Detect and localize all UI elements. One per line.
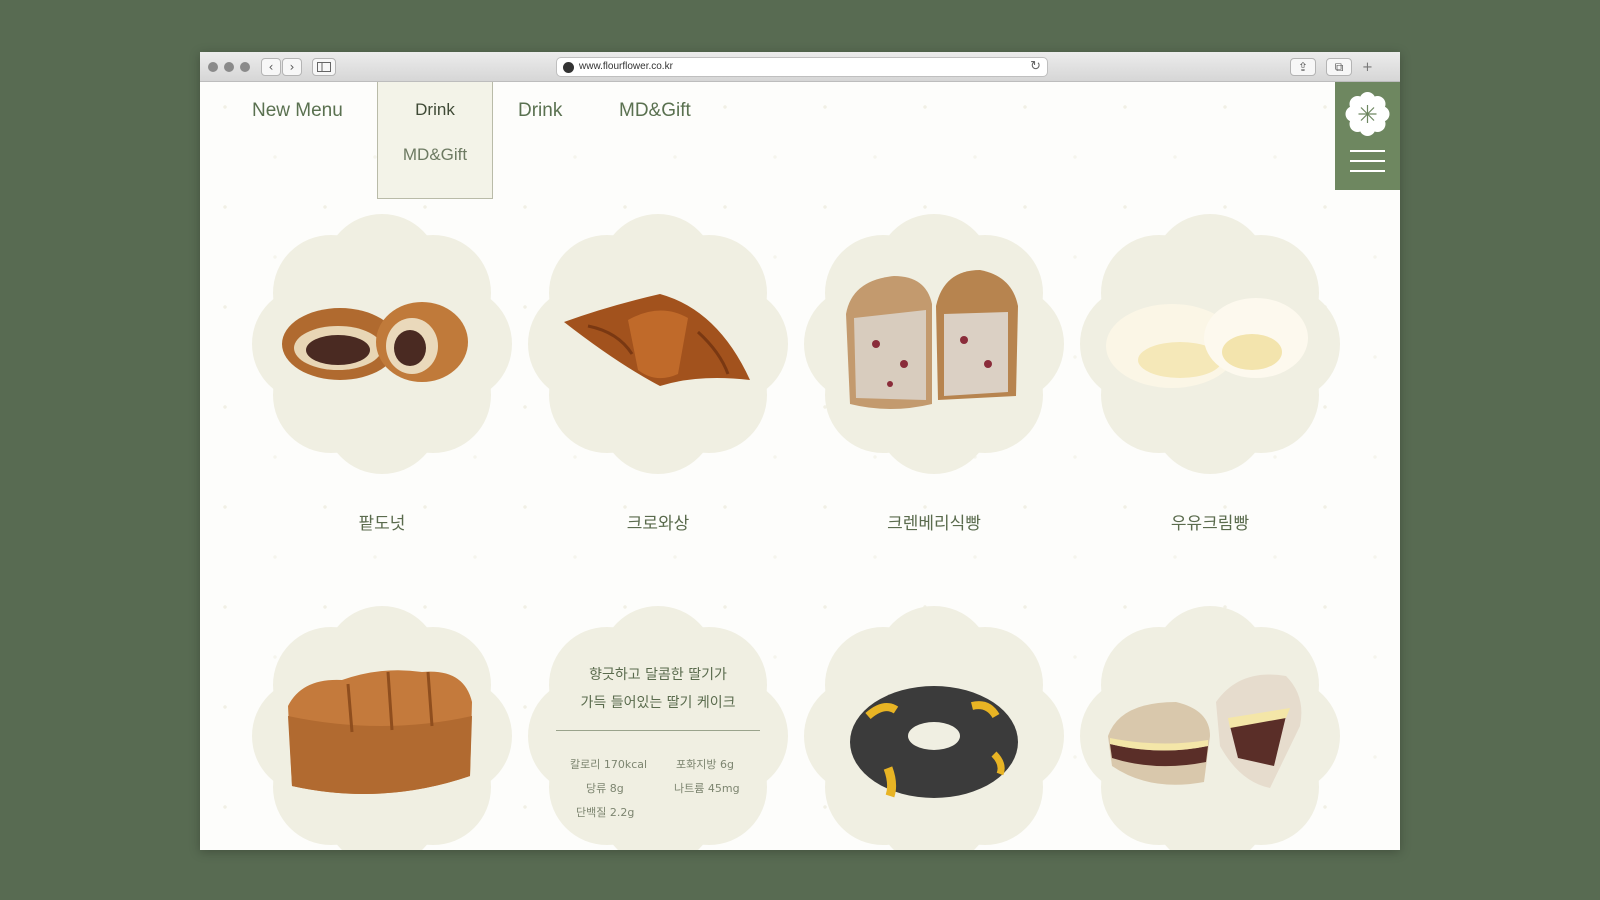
browser-toolbar: ‹ › www.flourflower.co.kr ↻ ⇪ ⧉ + (200, 52, 1400, 82)
logo-menu-panel (1335, 82, 1400, 190)
minimize-window-button[interactable] (224, 62, 234, 72)
cranberry-bread-image (846, 270, 1018, 409)
nutrition-sugar: 당류 8g (586, 782, 624, 795)
product-info-card[interactable]: 향긋하고 달콤한 딸기가 가득 들어있는 딸기 케이크 칼로리 170kcal … (528, 606, 788, 850)
black-bagel-image (850, 686, 1018, 798)
nutrition-protein: 단백질 2.2g (576, 806, 635, 819)
hamburger-menu-button[interactable] (1345, 142, 1390, 178)
flower-logo-icon[interactable] (1335, 82, 1400, 142)
nav-new-menu[interactable]: New Menu (252, 100, 343, 122)
site-favicon-icon (563, 62, 574, 73)
red-bean-donut-image (282, 302, 468, 382)
loaf-bread-image (288, 670, 472, 794)
dropdown-item-mdgift[interactable]: MD&Gift (378, 145, 492, 165)
dropdown-item-drink[interactable]: Drink (378, 100, 492, 120)
milk-cream-bun-image (1106, 298, 1308, 388)
address-bar[interactable]: www.flourflower.co.kr ↻ (556, 57, 1048, 77)
croissant-image (564, 294, 750, 386)
share-icon[interactable]: ⇪ (1290, 58, 1316, 76)
product-card-croissant[interactable]: 크로와상 (528, 214, 788, 534)
nutrition-saturated-fat: 포화지방 6g (676, 758, 734, 771)
page-content: New Menu Drink MD&Gift Drink MD&Gift 팥도넛… (200, 82, 1400, 850)
forward-icon[interactable]: › (282, 58, 302, 76)
tabs-overview-icon[interactable]: ⧉ (1326, 58, 1352, 76)
sandwich-image (1108, 674, 1302, 788)
product-card-black-bagel[interactable] (804, 606, 1064, 850)
product-card-loaf-bread[interactable] (252, 606, 512, 850)
new-tab-icon[interactable]: + (1362, 60, 1373, 75)
url-text: www.flourflower.co.kr (579, 61, 673, 72)
product-name: 우유크림빵 (1170, 514, 1250, 534)
product-card-sandwich[interactable] (1080, 606, 1340, 850)
product-card-cranberry-bread[interactable]: 크렌베리식빵 (804, 214, 1064, 534)
nav-dropdown: Drink MD&Gift (377, 82, 493, 199)
back-icon[interactable]: ‹ (261, 58, 281, 76)
product-card-milk-cream-bun[interactable]: 우유크림빵 (1080, 214, 1340, 534)
nav-mdgift[interactable]: MD&Gift (619, 100, 691, 122)
product-description-line2: 가득 들어있는 딸기 케이크 (580, 695, 736, 711)
product-card-red-bean-donut[interactable]: 팥도넛 (252, 214, 512, 534)
browser-window: ‹ › www.flourflower.co.kr ↻ ⇪ ⧉ + New Me… (200, 52, 1400, 850)
product-description-line1: 향긋하고 달콤한 딸기가 (589, 667, 727, 683)
info-divider (556, 730, 760, 731)
nav-drink[interactable]: Drink (518, 100, 562, 122)
flower-shape (528, 606, 788, 850)
product-name: 팥도넛 (358, 514, 406, 534)
reload-icon[interactable]: ↻ (1030, 59, 1041, 74)
nutrition-sodium: 나트륨 45mg (674, 782, 740, 795)
product-name: 크렌베리식빵 (887, 514, 981, 534)
close-window-button[interactable] (208, 62, 218, 72)
nutrition-calories: 칼로리 170kcal (570, 758, 648, 771)
product-name: 크로와상 (626, 514, 690, 534)
maximize-window-button[interactable] (240, 62, 250, 72)
sidebar-toggle-icon[interactable] (312, 58, 336, 76)
